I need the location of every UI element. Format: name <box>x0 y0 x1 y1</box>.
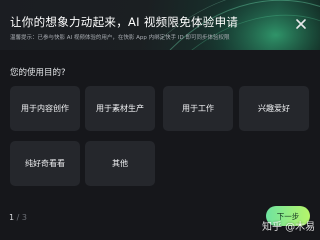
option-just-curious[interactable]: 纯好奇看看 <box>10 141 80 186</box>
dialog-header: 让你的想象力动起来，AI 视频限免体验申请 温馨提示：已参与快影 AI 视频体验… <box>0 0 320 50</box>
dialog-title: 让你的想象力动起来，AI 视频限免体验申请 <box>10 15 239 29</box>
step-current: 1 <box>9 213 15 222</box>
step-total: / 3 <box>16 213 27 222</box>
close-icon[interactable] <box>295 18 307 30</box>
question-label: 您的使用目的? <box>10 68 66 78</box>
option-hobby[interactable]: 兴趣爱好 <box>239 86 309 131</box>
application-dialog: 让你的想象力动起来，AI 视频限免体验申请 温馨提示：已参与快影 AI 视频体验… <box>0 0 320 240</box>
option-work[interactable]: 用于工作 <box>163 86 233 131</box>
option-content-creation[interactable]: 用于内容创作 <box>10 86 80 131</box>
option-other[interactable]: 其他 <box>85 141 155 186</box>
option-material-production[interactable]: 用于素材生产 <box>85 86 155 131</box>
dialog-tip: 温馨提示：已参与快影 AI 视频体验的用户，在快影 App 内绑定快手 ID 即… <box>10 35 230 41</box>
step-indicator: 1 / 3 <box>9 213 27 222</box>
watermark-text: 知乎 @木易 <box>262 222 316 233</box>
